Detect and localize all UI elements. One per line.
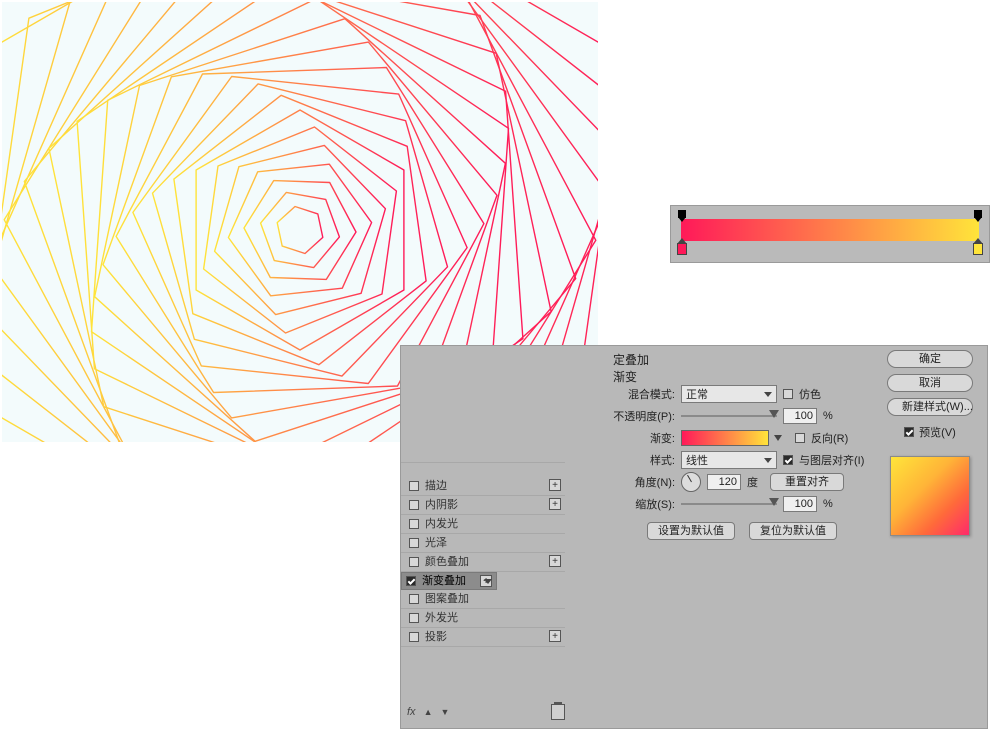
add-effect-icon[interactable]: +	[480, 575, 492, 587]
add-effect-icon[interactable]: +	[549, 630, 561, 642]
opacity-field[interactable]: 100	[783, 408, 817, 424]
new-style-button[interactable]: 新建样式(W)...	[887, 398, 973, 416]
scale-field[interactable]: 100	[783, 496, 817, 512]
trash-icon[interactable]	[551, 704, 565, 720]
preview-row: 预览(V)	[904, 424, 956, 440]
angle-unit: 度	[747, 474, 758, 490]
style-row-0[interactable]: 描边 +	[401, 477, 565, 496]
add-effect-icon[interactable]: +	[549, 555, 561, 567]
opacity-stop-left[interactable]	[678, 210, 686, 218]
gradient-picker[interactable]	[681, 430, 769, 446]
style-row-6[interactable]: 图案叠加	[401, 590, 565, 609]
style-label: 内发光	[425, 515, 458, 533]
opacity-unit: %	[823, 410, 833, 422]
gradient-bar[interactable]	[670, 205, 990, 263]
style-label: 渐变叠加	[422, 572, 466, 590]
blend-mode-select[interactable]: 正常	[681, 385, 777, 403]
style-label: 样式:	[611, 452, 675, 468]
style-checkbox[interactable]	[409, 613, 419, 623]
style-label: 颜色叠加	[425, 553, 469, 571]
style-value: 线性	[686, 452, 708, 468]
style-checkbox[interactable]	[409, 594, 419, 604]
add-effect-icon[interactable]: +	[549, 498, 561, 510]
style-row-3[interactable]: 光泽	[401, 534, 565, 553]
scale-label: 缩放(S):	[611, 496, 675, 512]
styles-list: 描边 + 内阴影 + 内发光光泽颜色叠加 + 渐变叠加 + 图案叠加外发光投影 +	[401, 462, 565, 647]
move-up-icon[interactable]: ▲	[424, 707, 433, 717]
style-label: 图案叠加	[425, 590, 469, 608]
add-effect-icon[interactable]: +	[549, 479, 561, 491]
opacity-label: 不透明度(P):	[611, 408, 675, 424]
style-checkbox[interactable]	[409, 481, 419, 491]
preview-checkbox[interactable]	[904, 427, 914, 437]
style-checkbox[interactable]	[409, 538, 419, 548]
color-stop-left[interactable]	[677, 243, 687, 255]
style-row-2[interactable]: 内发光	[401, 515, 565, 534]
styles-footer: fx ▲ ▼	[407, 704, 565, 720]
blend-mode-label: 混合模式:	[611, 386, 675, 402]
reset-default-button[interactable]: 复位为默认值	[749, 522, 837, 540]
style-row-7[interactable]: 外发光	[401, 609, 565, 628]
reverse-checkbox[interactable]	[795, 433, 805, 443]
section-title: 渐变	[613, 368, 637, 385]
color-stop-right[interactable]	[973, 243, 983, 255]
gradient-strip[interactable]	[681, 219, 979, 241]
fx-label[interactable]: fx	[407, 706, 416, 718]
reset-align-button[interactable]: 重置对齐	[770, 473, 844, 491]
preview-swatch	[890, 456, 970, 536]
blend-mode-value: 正常	[686, 386, 708, 402]
style-checkbox[interactable]	[409, 557, 419, 567]
scale-unit: %	[823, 498, 833, 510]
style-checkbox[interactable]	[409, 519, 419, 529]
style-row-8[interactable]: 投影 +	[401, 628, 565, 647]
gradient-overlay-form: 混合模式: 正常 仿色 不透明度(P): 100 % 渐变: 反向(R) 样式:…	[611, 384, 873, 540]
gradient-label: 渐变:	[611, 430, 675, 446]
cancel-button[interactable]: 取消	[887, 374, 973, 392]
reverse-label: 反向(R)	[811, 430, 848, 446]
group-title: 定叠加	[613, 351, 649, 368]
style-checkbox[interactable]	[409, 632, 419, 642]
ok-button[interactable]: 确定	[887, 350, 973, 368]
preview-label: 预览(V)	[919, 424, 956, 440]
set-default-button[interactable]: 设置为默认值	[647, 522, 735, 540]
angle-label: 角度(N):	[611, 474, 675, 490]
dither-label: 仿色	[799, 386, 821, 402]
style-row-1[interactable]: 内阴影 +	[401, 496, 565, 515]
align-label: 与图层对齐(I)	[799, 452, 864, 468]
opacity-stop-right[interactable]	[974, 210, 982, 218]
style-label: 描边	[425, 477, 447, 495]
style-row-4[interactable]: 颜色叠加 +	[401, 553, 565, 572]
angle-field[interactable]: 120	[707, 474, 741, 490]
scale-slider[interactable]	[681, 497, 777, 511]
style-row-5[interactable]: 渐变叠加 +	[401, 572, 497, 590]
style-label: 外发光	[425, 609, 458, 627]
dialog-right-column: 确定 取消 新建样式(W)... 预览(V)	[885, 350, 975, 536]
align-checkbox[interactable]	[783, 455, 793, 465]
style-label: 内阴影	[425, 496, 458, 514]
style-select[interactable]: 线性	[681, 451, 777, 469]
dither-checkbox[interactable]	[783, 389, 793, 399]
angle-dial[interactable]	[681, 472, 701, 492]
style-label: 光泽	[425, 534, 447, 552]
move-down-icon[interactable]: ▼	[440, 707, 449, 717]
style-label: 投影	[425, 628, 447, 646]
style-checkbox[interactable]	[406, 576, 416, 586]
opacity-slider[interactable]	[681, 409, 777, 423]
layer-style-dialog: 定叠加 渐变 描边+内阴影+内发光光泽颜色叠加+渐变叠加+图案叠加外发光投影+ …	[400, 345, 988, 729]
style-checkbox[interactable]	[409, 500, 419, 510]
